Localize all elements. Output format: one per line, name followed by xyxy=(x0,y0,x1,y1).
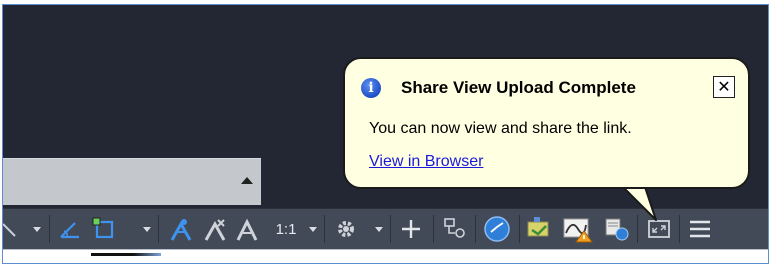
separator xyxy=(49,215,50,243)
auto-scale-icon[interactable] xyxy=(201,215,229,243)
layout-tabs-strip xyxy=(3,249,768,263)
separator xyxy=(158,215,159,243)
close-button[interactable]: ✕ xyxy=(713,76,735,98)
workspace-dropdown[interactable] xyxy=(375,227,383,232)
quick-properties-icon[interactable] xyxy=(441,215,469,243)
annotation-scale-dropdown[interactable] xyxy=(309,227,317,232)
workspace-gear-icon[interactable] xyxy=(333,215,359,243)
annotation-scale-value[interactable]: 1:1 xyxy=(267,215,305,243)
graphics-performance-icon[interactable] xyxy=(561,215,595,243)
separator xyxy=(679,215,680,243)
info-icon: i xyxy=(361,78,381,98)
customization-menu-icon[interactable] xyxy=(685,215,715,243)
isometric-drafting-icon[interactable] xyxy=(57,215,83,243)
separator xyxy=(519,215,520,243)
separator xyxy=(324,215,325,243)
balloon-title: Share View Upload Complete xyxy=(401,78,636,97)
annotation-scale-icon[interactable] xyxy=(233,215,261,243)
notification-balloon: i Share View Upload Complete ✕ You can n… xyxy=(343,57,750,189)
object-snap-icon[interactable] xyxy=(89,215,119,243)
balloon-tail xyxy=(619,184,657,221)
divider xyxy=(3,249,768,250)
collapsed-panel[interactable] xyxy=(3,158,261,205)
expand-up-arrow-icon[interactable] xyxy=(241,177,253,184)
polar-tracking-icon[interactable] xyxy=(3,215,21,243)
separator xyxy=(475,215,476,243)
polar-tracking-dropdown[interactable] xyxy=(33,227,41,232)
active-tab-indicator xyxy=(91,253,161,256)
separator xyxy=(433,215,434,243)
annotation-visibility-icon[interactable] xyxy=(167,215,195,243)
hardware-acceleration-icon[interactable] xyxy=(481,215,513,243)
view-in-browser-link[interactable]: View in Browser xyxy=(369,153,483,171)
balloon-message: You can now view and share the link. xyxy=(369,120,632,137)
object-snap-dropdown[interactable] xyxy=(143,227,151,232)
clean-screen-icon[interactable] xyxy=(525,215,555,243)
separator xyxy=(390,215,391,243)
add-icon[interactable] xyxy=(397,215,425,243)
